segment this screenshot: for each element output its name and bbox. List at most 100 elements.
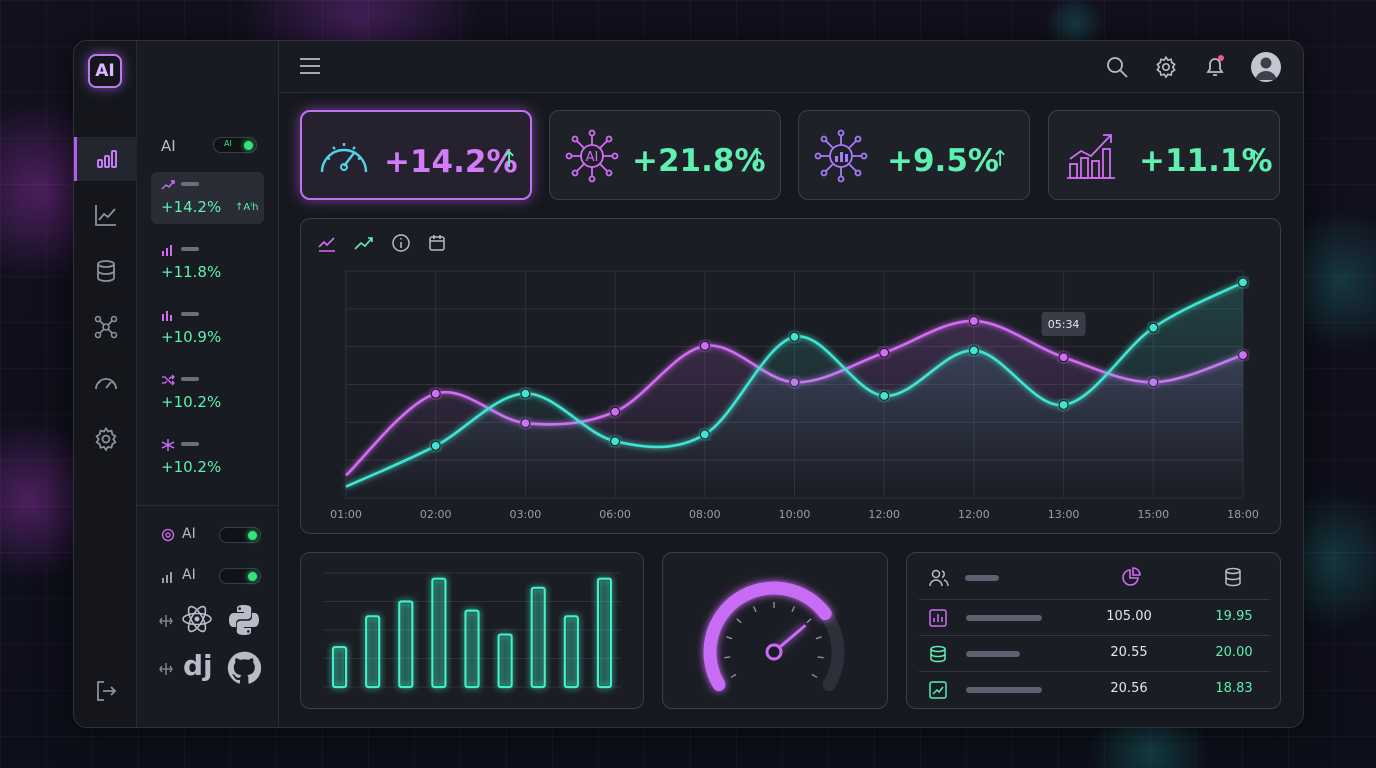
- signal-icon: [162, 572, 172, 583]
- bar-fill: [599, 580, 609, 685]
- tooltip-text: 05:34: [1048, 318, 1080, 331]
- rail-item-network[interactable]: [74, 305, 137, 349]
- data-point: [520, 388, 531, 399]
- bar-chart-icon: [97, 150, 117, 168]
- x-tick-label: 06:00: [599, 508, 631, 521]
- spark-icon: [161, 439, 175, 451]
- ai-toggle[interactable]: [219, 568, 261, 584]
- rail-item-database[interactable]: [74, 249, 137, 293]
- row-label-bar: [966, 687, 1042, 693]
- data-point: [1058, 399, 1069, 411]
- metric-item[interactable]: +10.9%: [151, 302, 264, 354]
- data-point: [699, 340, 710, 352]
- trend-icon: [929, 681, 947, 699]
- bars-icon: [162, 311, 172, 321]
- toggle-knob: [244, 141, 253, 150]
- metric-item[interactable]: +14.2% ↑Aᴵh: [151, 172, 264, 224]
- ai-toggle[interactable]: [219, 527, 261, 543]
- x-tick-label: 10:00: [779, 508, 811, 521]
- gauge-tick: [736, 618, 742, 624]
- data-point: [968, 345, 980, 356]
- bar-fill: [401, 603, 411, 685]
- bar-fill: [467, 612, 477, 685]
- bar-fill: [335, 649, 345, 685]
- rail-item-trends[interactable]: [74, 193, 137, 237]
- gauge-tick: [752, 606, 757, 613]
- metric-label-bar: [181, 442, 199, 446]
- data-table-panel: 105.00 19.95 20.55 20.00 20.56 18.83: [906, 552, 1281, 709]
- rail-item-settings[interactable]: [74, 417, 137, 461]
- network-icon: [814, 129, 868, 183]
- github-icon: [227, 651, 261, 684]
- gauge-tick: [724, 656, 731, 659]
- x-tick-label: 18:00: [1227, 508, 1259, 521]
- stat-card[interactable]: +11.1% ↑: [1048, 110, 1280, 200]
- metrics-panel: AI AI +14.2% ↑Aᴵh +11.8% +10.9% +10.2% +…: [137, 41, 279, 727]
- ai-chip-icon: [161, 528, 175, 542]
- bar-fill: [566, 618, 576, 685]
- bar-growth-icon: [1067, 134, 1115, 179]
- atom-icon: [182, 605, 212, 633]
- ai-toggle-row: AI: [161, 566, 271, 586]
- stat-card[interactable]: +14.2% ↑: [300, 110, 532, 200]
- row-value-1: 105.00: [1106, 609, 1152, 624]
- drag-handle-icon[interactable]: [159, 662, 173, 676]
- pie-chart-icon[interactable]: [1121, 567, 1141, 587]
- rail-item-analytics[interactable]: [74, 137, 137, 181]
- row-label-bar: [966, 651, 1020, 657]
- column-header-bar: [965, 575, 999, 581]
- row-value-1: 20.55: [1110, 645, 1148, 660]
- settings-icon[interactable]: [1154, 55, 1178, 79]
- data-point: [1237, 277, 1249, 288]
- notification-bell-icon[interactable]: [1203, 54, 1227, 78]
- x-tick-label: 12:00: [868, 508, 900, 521]
- gauge-tick: [726, 636, 733, 640]
- bar-fill: [434, 580, 444, 685]
- top-bar: [279, 41, 1303, 93]
- gauge-tick: [806, 618, 812, 624]
- panel-ai-toggle[interactable]: AI: [213, 137, 257, 153]
- table-row[interactable]: 20.55 20.00: [919, 635, 1269, 671]
- x-tick-label: 12:00: [958, 508, 990, 521]
- metric-item[interactable]: +10.2%: [151, 432, 264, 484]
- data-point: [968, 315, 980, 327]
- line-chart: 01:00 02:00 03:00 06:00 08:00 10:00 12:00 12:00…: [330, 270, 1259, 521]
- user-avatar[interactable]: [1251, 52, 1281, 82]
- rail-item-performance[interactable]: [74, 361, 137, 405]
- data-point: [430, 388, 441, 399]
- hamburger-menu-icon[interactable]: [299, 56, 321, 76]
- gauge-tick: [811, 673, 818, 679]
- logout-button[interactable]: [74, 669, 137, 713]
- database-icon: [96, 260, 115, 282]
- stat-card[interactable]: AI +21.8% ↑: [549, 110, 781, 200]
- database-icon[interactable]: [1223, 567, 1243, 587]
- toggle-knob: [248, 531, 257, 540]
- data-point: [610, 436, 621, 447]
- x-tick-label: 15:00: [1137, 508, 1169, 521]
- users-icon[interactable]: [929, 569, 949, 587]
- stat-card[interactable]: +9.5% ↑: [798, 110, 1030, 200]
- drag-handle-icon[interactable]: [159, 614, 173, 628]
- gauge-tick: [815, 636, 822, 640]
- row-label-bar: [966, 615, 1042, 621]
- up-arrow-icon: ↑: [748, 147, 767, 172]
- gauge-fill: [703, 581, 832, 692]
- data-point: [789, 331, 800, 342]
- table-row[interactable]: 20.56 18.83: [919, 671, 1269, 707]
- search-icon[interactable]: [1105, 55, 1129, 79]
- django-logo: dj: [183, 649, 213, 682]
- metric-label-bar: [181, 182, 199, 186]
- row-value-2: 20.00: [1215, 645, 1253, 660]
- data-point: [879, 347, 890, 358]
- metric-item[interactable]: +10.2%: [151, 367, 264, 419]
- bar-chart-icon: [929, 609, 947, 627]
- x-tick-label: 13:00: [1048, 508, 1080, 521]
- x-tick-label: 02:00: [420, 508, 452, 521]
- metric-label-bar: [181, 247, 199, 251]
- table-row[interactable]: 105.00 19.95: [919, 599, 1269, 635]
- metric-item[interactable]: +11.8%: [151, 237, 264, 289]
- data-point: [879, 390, 890, 401]
- toggle-label: AI: [224, 139, 232, 148]
- gauge-tick: [730, 673, 737, 679]
- up-arrow-icon: ↑: [500, 148, 519, 173]
